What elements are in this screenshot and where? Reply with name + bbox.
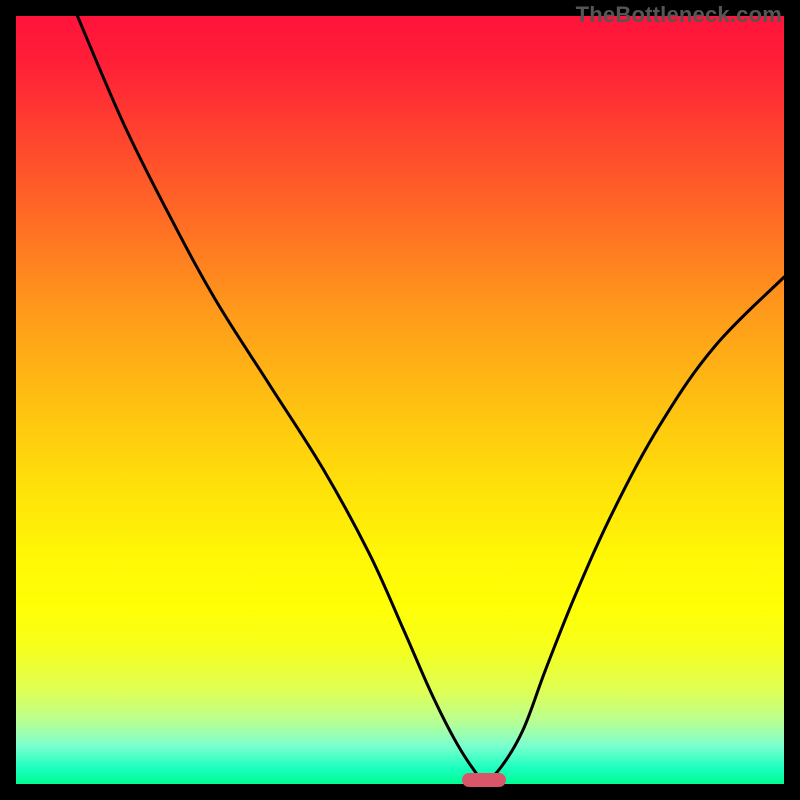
- watermark-text: TheBottleneck.com: [576, 2, 782, 28]
- bottleneck-curve: [16, 16, 784, 784]
- plot-area: [16, 16, 784, 784]
- optimum-marker: [462, 773, 506, 787]
- chart-frame: TheBottleneck.com: [0, 0, 800, 800]
